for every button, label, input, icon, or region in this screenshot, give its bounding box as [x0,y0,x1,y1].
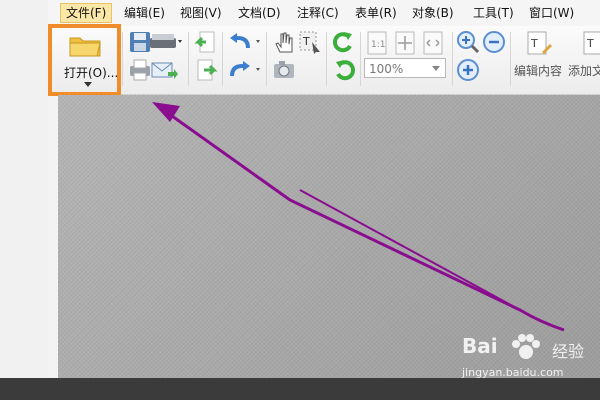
status-bar [0,378,600,400]
watermark-brand: Bai [462,334,498,358]
paw-icon [512,334,540,359]
watermark-name: 经验 [552,342,585,361]
